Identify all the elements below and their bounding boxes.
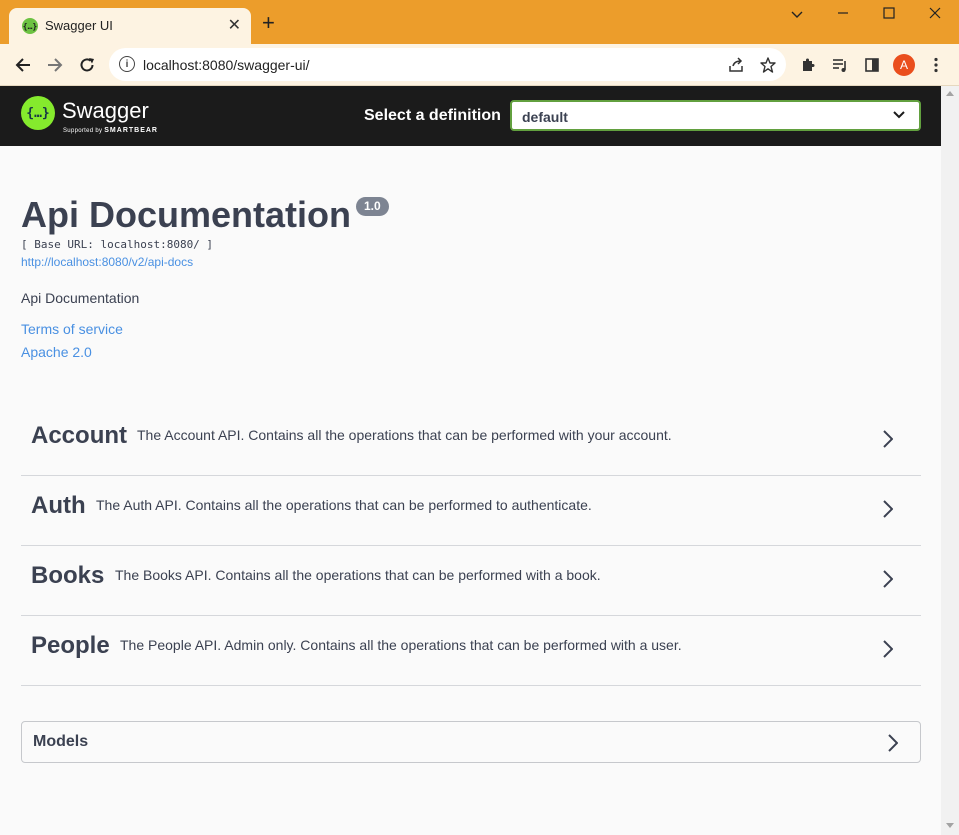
- api-docs-link[interactable]: http://localhost:8080/v2/api-docs: [21, 255, 193, 269]
- reload-icon: [80, 58, 94, 72]
- swagger-tagline: Supported by SMARTBEAR: [63, 127, 158, 134]
- chevron-right-icon[interactable]: [883, 500, 893, 518]
- definition-label: Select a definition: [364, 107, 501, 124]
- tag-description: The People API. Admin only. Contains all…: [120, 637, 682, 653]
- definition-select-value[interactable]: default: [522, 109, 568, 125]
- share-icon[interactable]: [726, 55, 746, 75]
- smartbear-text: SMARTBEAR: [104, 127, 158, 134]
- chevron-right-icon[interactable]: [883, 430, 893, 448]
- window-list-icon[interactable]: [787, 6, 807, 22]
- arrow-right-icon: [48, 58, 63, 72]
- reload-button[interactable]: [74, 52, 100, 78]
- base-url: [ Base URL: localhost:8080/ ]: [21, 238, 214, 251]
- browser-toolbar: i localhost:8080/swagger-ui/ A: [0, 44, 959, 86]
- profile-avatar[interactable]: A: [893, 54, 915, 76]
- tag-description: The Books API. Contains all the operatio…: [115, 567, 601, 583]
- address-bar[interactable]: i localhost:8080/swagger-ui/: [109, 48, 786, 81]
- close-window-icon[interactable]: [925, 6, 945, 22]
- version-badge: 1.0: [356, 197, 389, 216]
- swagger-topbar: {…} Swagger Supported by SMARTBEAR Selec…: [0, 86, 941, 146]
- tag-name[interactable]: Books: [31, 562, 104, 590]
- tab-title: Swagger UI: [45, 18, 113, 33]
- license-link[interactable]: Apache 2.0: [21, 344, 92, 360]
- tag-description: The Account API. Contains all the operat…: [137, 427, 672, 443]
- minimize-icon[interactable]: [833, 6, 853, 22]
- chevron-right-icon[interactable]: [883, 570, 893, 588]
- kebab-menu-icon[interactable]: [925, 54, 947, 76]
- star-icon[interactable]: [758, 55, 778, 75]
- media-queue-icon[interactable]: [829, 54, 851, 76]
- back-button[interactable]: [10, 52, 36, 78]
- swagger-logo-glyph: {…}: [26, 105, 50, 121]
- puzzle-icon[interactable]: [797, 54, 819, 76]
- favicon-glyph: {…}: [22, 21, 38, 31]
- scroll-down-arrow-icon[interactable]: [946, 823, 954, 828]
- swagger-brand[interactable]: Swagger: [62, 98, 149, 124]
- tag-name[interactable]: Account: [31, 422, 127, 450]
- definition-select[interactable]: default: [510, 100, 921, 131]
- browser-title-bar: {…} Swagger UI ✕ +: [0, 0, 959, 44]
- browser-tab[interactable]: {…} Swagger UI ✕: [9, 8, 251, 44]
- chevron-right-icon[interactable]: [883, 640, 893, 658]
- chevron-right-icon[interactable]: [888, 734, 898, 752]
- chevron-down-icon: [893, 111, 905, 119]
- arrow-left-icon: [15, 58, 30, 72]
- url-text[interactable]: localhost:8080/swagger-ui/: [143, 57, 310, 73]
- tag-section-books[interactable]: Books The Books API. Contains all the op…: [21, 546, 921, 616]
- api-description: Api Documentation: [21, 290, 140, 306]
- forward-button[interactable]: [42, 52, 68, 78]
- scroll-up-arrow-icon[interactable]: [946, 91, 954, 96]
- page-scrollbar[interactable]: [941, 86, 959, 835]
- tab-close-icon[interactable]: ✕: [228, 15, 241, 35]
- terms-of-service-link[interactable]: Terms of service: [21, 321, 123, 337]
- tag-description: The Auth API. Contains all the operation…: [96, 497, 592, 513]
- tag-name[interactable]: People: [31, 632, 110, 660]
- models-title[interactable]: Models: [33, 733, 88, 751]
- info-icon[interactable]: i: [119, 56, 135, 72]
- swagger-favicon-icon: {…}: [22, 18, 38, 34]
- api-title: Api Documentation: [21, 194, 351, 235]
- tag-section-account[interactable]: Account The Account API. Contains all th…: [21, 406, 921, 476]
- supported-by-text: Supported by: [63, 128, 103, 134]
- maximize-icon[interactable]: [879, 6, 899, 22]
- models-section[interactable]: Models: [21, 721, 921, 763]
- tag-section-people[interactable]: People The People API. Admin only. Conta…: [21, 616, 921, 686]
- tag-section-auth[interactable]: Auth The Auth API. Contains all the oper…: [21, 476, 921, 546]
- side-panel-icon[interactable]: [861, 54, 883, 76]
- new-tab-button[interactable]: +: [262, 12, 275, 34]
- tag-name[interactable]: Auth: [31, 492, 86, 520]
- swagger-logo-icon[interactable]: {…}: [21, 96, 55, 130]
